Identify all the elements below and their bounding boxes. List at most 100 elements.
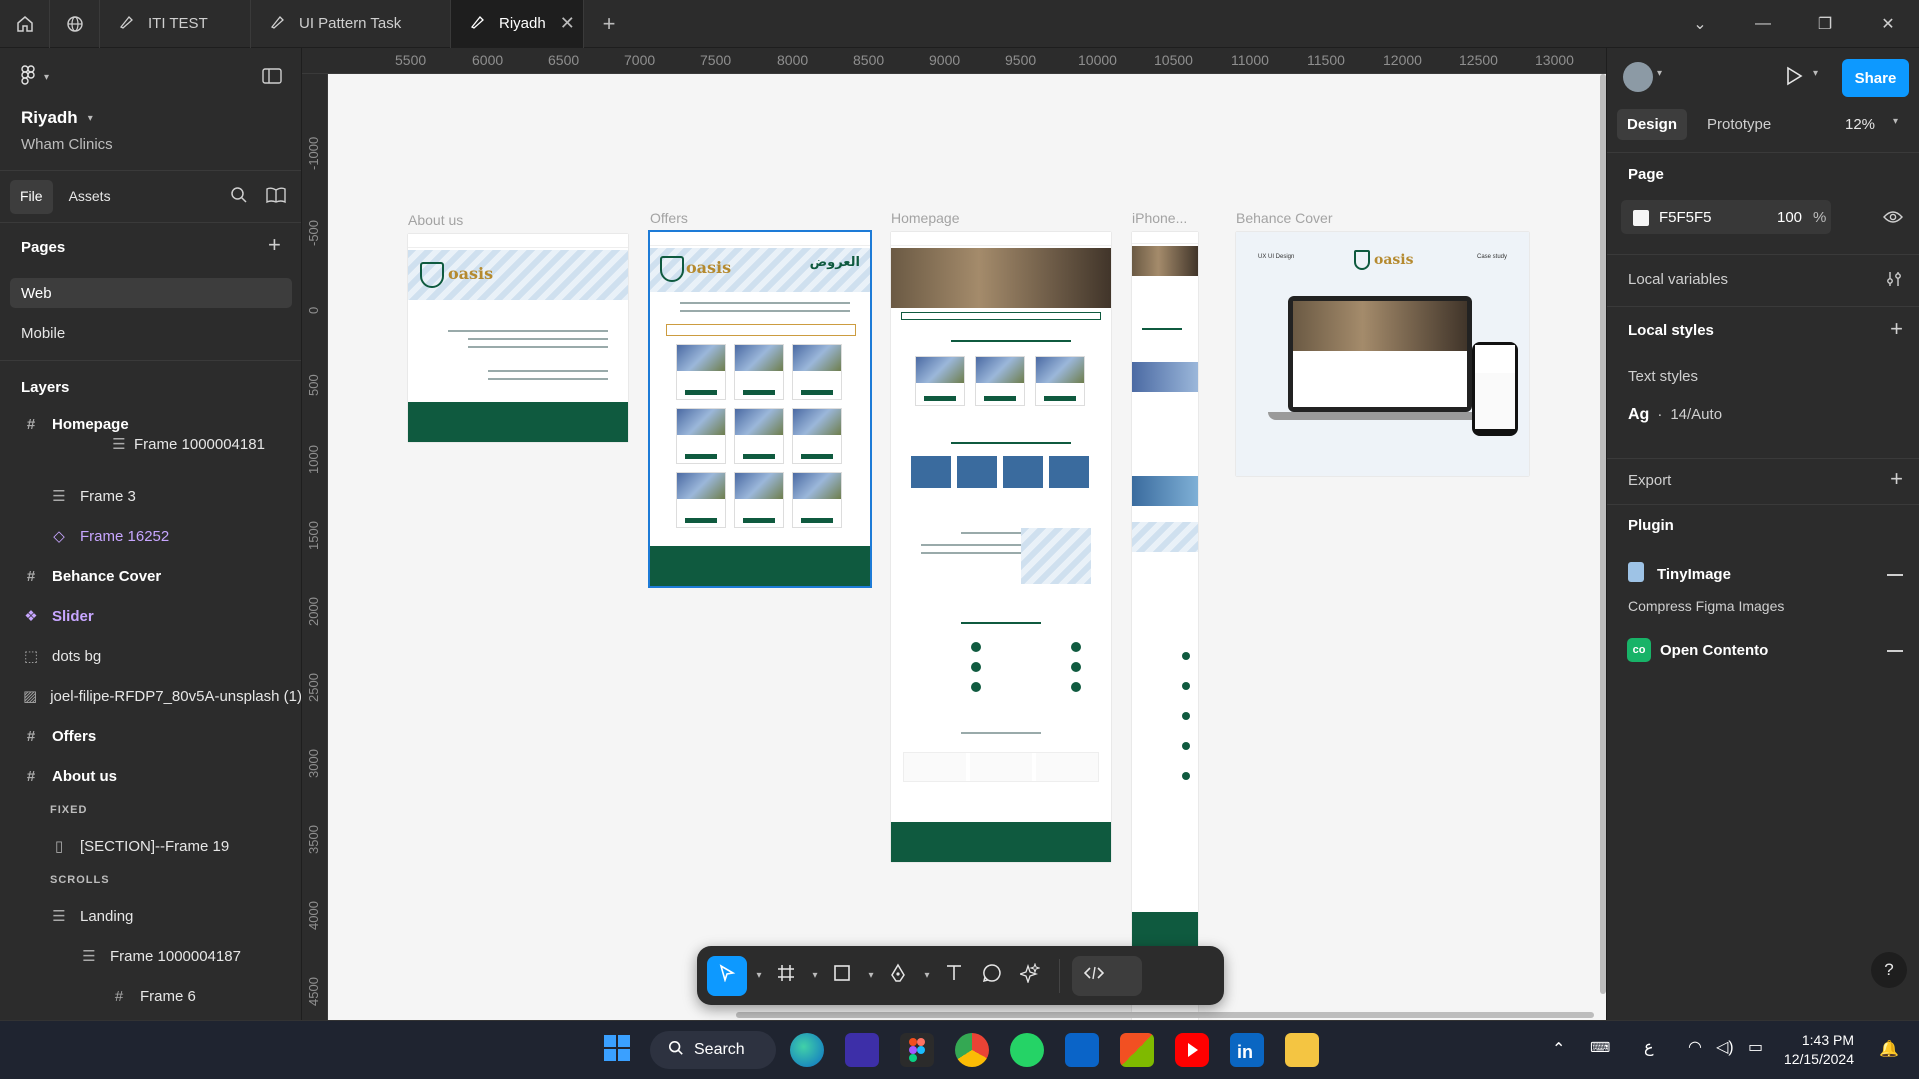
chevron-down-icon[interactable]: ▾ [807, 956, 821, 996]
avatar[interactable] [1623, 62, 1653, 92]
layer-frame-1000004187[interactable]: ☰ Frame 1000004187 [0, 940, 301, 972]
plugin-open-contento-name[interactable]: Open Contento [1660, 642, 1768, 659]
volume-icon[interactable]: ◁) [1716, 1037, 1734, 1057]
dev-mode-toggle[interactable] [1072, 955, 1142, 996]
layer-joel-filipe-image[interactable]: ▨ joel-filipe-RFDP7_80v5A-unsplash (1) [0, 680, 301, 712]
layer-frame-1000004181[interactable]: ☰ Frame 1000004181 [0, 434, 301, 454]
chevron-down-icon[interactable]: ▾ [1893, 116, 1898, 127]
figma-app-icon[interactable] [900, 1033, 934, 1067]
page-color-value[interactable]: F5F5F5 [1659, 209, 1712, 226]
keyboard-icon[interactable]: ⌨ [1590, 1039, 1610, 1056]
add-style-icon[interactable]: + [1890, 316, 1903, 342]
file-explorer-icon[interactable] [1285, 1033, 1319, 1067]
actions-button[interactable] [1013, 956, 1047, 996]
local-variables-label[interactable]: Local variables [1628, 271, 1728, 288]
main-menu-button[interactable]: ▾ [20, 64, 49, 91]
frame-behance-cover[interactable]: UX UI Design Case study oasis [1236, 232, 1529, 476]
play-icon[interactable] [1785, 66, 1803, 91]
text-style-item[interactable]: Ag · 14/Auto [1628, 406, 1722, 424]
close-icon[interactable]: ✕ [560, 13, 575, 34]
layer-frame-16252[interactable]: ◇ Frame 16252 [0, 520, 301, 552]
frame-label-about-us[interactable]: About us [408, 212, 463, 228]
tab-assets[interactable]: Assets [59, 180, 121, 214]
pen-tool-button[interactable] [881, 956, 915, 996]
visual-studio-icon[interactable] [845, 1033, 879, 1067]
frame-tool-button[interactable] [769, 956, 803, 996]
sidebar-toggle-icon[interactable] [262, 68, 282, 89]
tab-ui-pattern-task[interactable]: UI Pattern Task [251, 0, 451, 48]
export-label[interactable]: Export [1628, 472, 1671, 489]
design-canvas[interactable]: About us oasis Offers oasis العروض Homep… [328, 74, 1616, 1020]
globe-icon[interactable] [50, 0, 100, 48]
layer-landing[interactable]: ☰ Landing [0, 900, 301, 932]
add-export-icon[interactable]: + [1890, 466, 1903, 492]
comment-tool-button[interactable] [975, 956, 1009, 996]
frame-about-us[interactable]: oasis [408, 234, 628, 442]
layer-about-us[interactable]: # About us [0, 760, 301, 792]
layer-slider[interactable]: ❖ Slider [0, 600, 301, 632]
page-item-web[interactable]: Web [10, 278, 292, 308]
input-language[interactable]: ع [1644, 1037, 1654, 1057]
notifications-icon[interactable]: 🔔 [1879, 1039, 1899, 1059]
library-icon[interactable] [266, 186, 286, 209]
taskbar-search[interactable]: Search [650, 1031, 776, 1069]
store-icon[interactable] [1120, 1033, 1154, 1067]
whatsapp-icon[interactable] [1010, 1033, 1044, 1067]
layer-offers[interactable]: # Offers [0, 720, 301, 752]
frame-homepage[interactable] [891, 232, 1111, 862]
share-button[interactable]: Share [1842, 59, 1909, 97]
chevron-up-icon[interactable]: ⌃ [1552, 1039, 1565, 1059]
zoom-level[interactable]: 12% [1845, 116, 1875, 133]
frame-label-homepage[interactable]: Homepage [891, 210, 960, 226]
chevron-down-icon[interactable]: ⌄ [1670, 0, 1730, 48]
windows-start-icon[interactable] [602, 1033, 636, 1067]
page-opacity-value[interactable]: 100 [1777, 209, 1802, 226]
page-item-mobile[interactable]: Mobile [10, 318, 292, 348]
remove-plugin-icon[interactable] [1887, 574, 1903, 576]
system-clock[interactable]: 1:43 PM 12/15/2024 [1784, 1031, 1854, 1069]
eye-icon[interactable] [1883, 210, 1903, 229]
minimize-icon[interactable]: — [1733, 0, 1793, 48]
tab-design[interactable]: Design [1617, 109, 1688, 140]
chevron-down-icon[interactable]: ▾ [919, 956, 933, 996]
remove-plugin-icon[interactable] [1887, 650, 1903, 652]
chevron-down-icon[interactable]: ▾ [863, 956, 877, 996]
edge-icon[interactable] [790, 1033, 824, 1067]
battery-icon[interactable]: ▭ [1748, 1037, 1763, 1057]
help-button[interactable]: ? [1871, 952, 1907, 988]
frame-label-behance-cover[interactable]: Behance Cover [1236, 210, 1333, 226]
frame-label-iphone[interactable]: iPhone... [1132, 210, 1187, 226]
layer-section-frame-19[interactable]: ▯ [SECTION]--Frame 19 [0, 830, 301, 862]
new-tab-icon[interactable]: + [584, 11, 634, 37]
text-tool-button[interactable] [937, 956, 971, 996]
move-tool-button[interactable] [707, 955, 747, 996]
frame-label-offers[interactable]: Offers [650, 210, 688, 226]
variables-icon[interactable] [1885, 270, 1903, 293]
tab-iti-test[interactable]: ITI TEST [100, 0, 251, 48]
file-name-button[interactable]: Riyadh ▾ [21, 108, 93, 128]
wifi-icon[interactable]: ◠ [1688, 1037, 1702, 1057]
chevron-down-icon[interactable]: ▾ [1657, 68, 1662, 79]
outlook-icon[interactable] [1065, 1033, 1099, 1067]
youtube-icon[interactable] [1175, 1033, 1209, 1067]
linkedin-icon[interactable]: in [1230, 1033, 1264, 1067]
window-close-icon[interactable]: ✕ [1858, 0, 1918, 48]
search-icon[interactable] [230, 186, 248, 209]
frame-iphone[interactable] [1132, 232, 1198, 1020]
chevron-down-icon[interactable]: ▾ [751, 956, 765, 996]
chevron-down-icon[interactable]: ▾ [1813, 68, 1818, 79]
tab-riyadh[interactable]: Riyadh ✕ [451, 0, 584, 48]
home-icon[interactable] [0, 0, 50, 48]
rectangle-tool-button[interactable] [825, 956, 859, 996]
color-swatch[interactable] [1633, 210, 1649, 226]
add-page-icon[interactable]: + [268, 232, 281, 258]
layer-behance-cover[interactable]: # Behance Cover [0, 560, 301, 592]
layer-frame-6[interactable]: # Frame 6 [0, 980, 301, 1012]
layer-frame-3[interactable]: ☰ Frame 3 [0, 480, 301, 512]
chrome-icon[interactable] [955, 1033, 989, 1067]
frame-offers[interactable]: oasis العروض [648, 230, 872, 588]
tab-prototype[interactable]: Prototype [1697, 109, 1781, 140]
plugin-tinyimage-name[interactable]: TinyImage [1657, 566, 1731, 583]
layer-dots-bg[interactable]: ⬚ dots bg [0, 640, 301, 672]
tab-file[interactable]: File [10, 180, 53, 214]
